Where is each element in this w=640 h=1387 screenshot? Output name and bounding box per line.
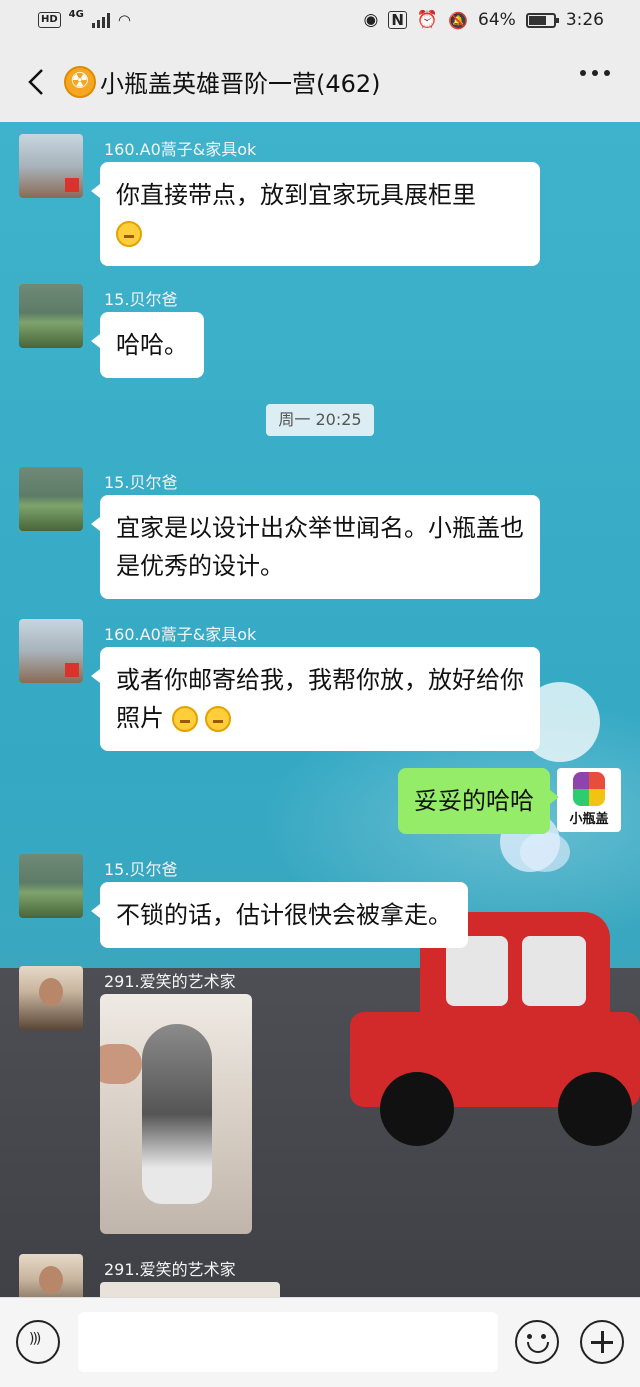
thinking-emoji-icon (205, 706, 232, 732)
message-text: 哈哈。 (116, 331, 188, 359)
signal-icon (91, 12, 110, 28)
battery-icon (525, 12, 559, 28)
message-bubble[interactable]: 或者你邮寄给我，我帮你放，放好给你照片 (91, 647, 540, 751)
more-dots-icon (580, 70, 586, 76)
more-button[interactable] (580, 70, 610, 76)
back-arrow-icon (28, 69, 43, 95)
voice-button[interactable] (16, 1320, 60, 1364)
message-bubble[interactable]: 宜家是以设计出众举世闻名。小瓶盖也是优秀的设计。 (91, 495, 540, 599)
nfc-icon: N (388, 11, 407, 29)
radiation-emoji-icon (64, 65, 96, 98)
thinking-emoji-icon (116, 221, 142, 247)
avatar[interactable] (19, 467, 83, 531)
sender-name: 291.爱笑的艺术家 (104, 1260, 236, 1279)
message-text: 你直接带点，放到宜家玩具展柜里 (116, 181, 476, 209)
avatar[interactable] (19, 1254, 83, 1297)
timestamp-chip: 周一 20:25 (266, 404, 374, 436)
cube-logo-icon (573, 772, 605, 806)
sender-name: 15.贝尔爸 (104, 473, 178, 492)
message-bubble[interactable]: 不锁的话，估计很快会被拿走。 (91, 882, 468, 948)
plus-button[interactable] (580, 1320, 624, 1364)
message-text: 不锁的话，估计很快会被拿走。 (116, 901, 452, 929)
mute-icon: 🔕 (448, 10, 469, 30)
message-bubble[interactable]: 哈哈。 (91, 312, 204, 378)
group-title: 小瓶盖英雄晋阶一营(462) (100, 70, 381, 98)
sender-name: 15.贝尔爸 (104, 290, 178, 309)
avatar[interactable] (19, 284, 83, 348)
my-avatar-label: 小瓶盖 (569, 812, 609, 827)
hd-badge: HD (38, 12, 61, 28)
alarm-icon: ⏰ (416, 10, 439, 30)
status-bar: HD 4G ◠ ◉ N ⏰ 🔕 64% 3:26 (0, 0, 640, 44)
message-bubble[interactable]: 你直接带点，放到宜家玩具展柜里 (91, 162, 540, 266)
network-type: 4G (68, 8, 84, 20)
sender-name: 291.爱笑的艺术家 (104, 972, 236, 991)
emoji-button[interactable] (515, 1320, 559, 1364)
sender-name: 15.贝尔爸 (104, 860, 178, 879)
wallpaper-cloud (520, 832, 570, 872)
message-text: 妥妥的哈哈 (414, 787, 534, 815)
chat-area[interactable]: 160.A0蒿子&家具ok 你直接带点，放到宜家玩具展柜里 15.贝尔爸 哈哈。… (0, 122, 640, 1297)
sender-name: 160.A0蒿子&家具ok (104, 625, 257, 644)
my-message-bubble[interactable]: 妥妥的哈哈 (398, 768, 559, 834)
back-button[interactable] (18, 62, 58, 102)
battery-percent: 64% (478, 10, 516, 30)
sender-name: 160.A0蒿子&家具ok (104, 140, 257, 159)
input-bar (0, 1297, 640, 1387)
my-avatar[interactable]: 小瓶盖 (557, 768, 621, 832)
image-message[interactable] (100, 994, 252, 1234)
eye-icon: ◉ (363, 10, 379, 30)
avatar[interactable] (19, 854, 83, 918)
chat-header: 小瓶盖英雄晋阶一营(462) (0, 44, 640, 122)
avatar[interactable] (19, 966, 83, 1030)
clock: 3:26 (565, 10, 604, 30)
message-input[interactable] (78, 1312, 498, 1372)
avatar[interactable] (19, 619, 83, 683)
cat-image (142, 1024, 212, 1204)
image-message[interactable] (100, 1282, 280, 1297)
message-text: 宜家是以设计出众举世闻名。小瓶盖也是优秀的设计。 (116, 514, 524, 580)
thinking-emoji-icon (171, 706, 198, 732)
wifi-icon: ◠ (117, 11, 131, 29)
avatar[interactable] (19, 134, 83, 198)
